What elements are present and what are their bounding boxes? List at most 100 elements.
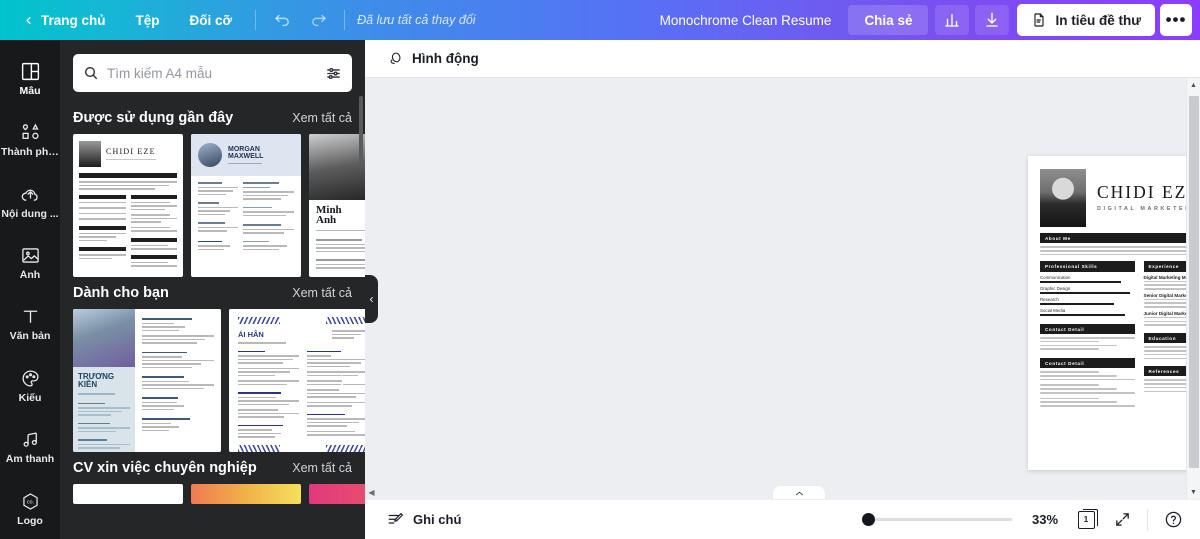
- fullscreen-button[interactable]: [1107, 505, 1137, 535]
- skill-label: Graphic Design: [1040, 285, 1071, 291]
- resume-about-block: About Me: [1028, 233, 1187, 256]
- sidebar-item-elements-label: Thành phần: [1, 147, 59, 158]
- resume-section-contact: Contact Detail: [1040, 323, 1135, 335]
- resume-section-experience: Experience: [1143, 261, 1187, 272]
- page-number: 1: [1083, 515, 1089, 524]
- notes-icon: [388, 512, 403, 524]
- search-icon: [84, 66, 98, 80]
- text-icon: [23, 311, 37, 324]
- toolbar-divider-1: [255, 10, 257, 30]
- vertical-scroll-thumb[interactable]: [1189, 96, 1199, 468]
- page-manager-icon: 1: [1077, 508, 1098, 529]
- sidebar-item-uploads[interactable]: Nội dung ...: [0, 171, 60, 232]
- sidebar-item-logo[interactable]: co. Logo: [0, 478, 60, 539]
- expand-icon: [1115, 513, 1129, 526]
- file-menu-button[interactable]: Tệp: [123, 6, 173, 34]
- sidebar-item-templates[interactable]: Mẫu: [0, 48, 60, 109]
- thumb-art: MORGAN MAXWELL: [191, 134, 301, 277]
- home-button[interactable]: Trang chủ: [10, 6, 119, 34]
- sidebar-item-styles[interactable]: Kiểu: [0, 355, 60, 416]
- template-row-foryou: TRƯƠNG KIÊN ÁI HÂN: [60, 309, 365, 452]
- template-thumbnail[interactable]: [309, 484, 365, 504]
- photos-icon: [21, 248, 39, 263]
- resume-section-skills: Professional Skills: [1040, 261, 1135, 272]
- more-options-button[interactable]: •••: [1160, 4, 1192, 36]
- sidebar-item-photos[interactable]: Ảnh: [0, 232, 60, 293]
- toolbar-divider-2: [344, 10, 346, 30]
- page-manager-button[interactable]: 1: [1071, 505, 1101, 535]
- row-next-arrow-foryou[interactable]: [331, 369, 355, 393]
- see-all-foryou[interactable]: Xem tất cả: [292, 286, 352, 300]
- styles-palette-icon: [22, 370, 39, 387]
- skill-label: Communication: [1040, 274, 1071, 280]
- redo-icon: [311, 14, 326, 26]
- sidebar-item-audio[interactable]: Âm thanh: [0, 416, 60, 477]
- section-header-recent: Được sử dụng gần đây Xem tất cả: [60, 102, 365, 134]
- redo-button[interactable]: [303, 6, 333, 34]
- job-title: Senior Digital Marketing: [1143, 292, 1188, 298]
- see-all-recent[interactable]: Xem tất cả: [292, 111, 352, 125]
- filter-sliders-icon[interactable]: [325, 65, 342, 82]
- section-header-foryou: Dành cho bạn Xem tất cả: [60, 277, 365, 309]
- template-thumbnail[interactable]: MORGAN MAXWELL: [191, 134, 301, 277]
- share-button[interactable]: Chia sẻ: [848, 5, 929, 35]
- template-row-recent: CHIDI EZE MORGAN MAXWELL Minh Anh: [60, 134, 365, 277]
- section-title-cv: CV xin việc chuyên nghiệp: [73, 460, 257, 476]
- resume-columns: Professional Skills Communication Graphi…: [1028, 261, 1187, 409]
- zoom-slider-track[interactable]: [875, 518, 1012, 521]
- search-input[interactable]: [107, 65, 317, 81]
- print-letterhead-label: In tiêu đề thư: [1055, 12, 1141, 28]
- help-circle-icon: [1165, 511, 1181, 528]
- templates-panel: Được sử dụng gần đây Xem tất cả CHIDI EZ…: [60, 40, 365, 539]
- templates-icon: [21, 62, 39, 81]
- panel-scrollbar-thumb[interactable]: [359, 96, 363, 166]
- sidebar-item-templates-label: Mẫu: [19, 85, 41, 97]
- chevron-up-icon: [795, 491, 803, 496]
- logo-hex-icon: co.: [22, 492, 38, 510]
- resize-label: Đối cỡ: [189, 12, 233, 28]
- canvas-area: Hình động CHIDI EZE: [365, 40, 1200, 539]
- notes-button[interactable]: Ghi chú: [379, 506, 469, 534]
- search-area: [60, 40, 365, 102]
- skill-label: Research: [1040, 296, 1059, 302]
- undo-button[interactable]: [267, 6, 297, 34]
- sidebar-item-uploads-label: Nội dung ...: [1, 208, 59, 220]
- animate-button[interactable]: Hình động: [379, 45, 487, 73]
- sidebar-item-elements[interactable]: Thành phần: [0, 109, 60, 170]
- template-thumbnail[interactable]: [191, 484, 301, 504]
- sidebar-item-text-label: Văn bản: [9, 331, 51, 342]
- top-toolbar-right: Monochrome Clean Resume Chia sẻ In tiêu …: [647, 0, 1200, 40]
- document-icon: [1034, 13, 1045, 27]
- template-row-recent-items: CHIDI EZE MORGAN MAXWELL Minh Anh: [73, 134, 365, 277]
- more-dots-icon: •••: [1165, 10, 1187, 29]
- resume-section-about: About Me: [1040, 233, 1187, 244]
- see-all-cv[interactable]: Xem tất cả: [292, 461, 352, 475]
- stats-button[interactable]: [935, 5, 970, 35]
- template-thumbnail[interactable]: TRƯƠNG KIÊN: [73, 309, 221, 452]
- top-toolbar: Trang chủ Tệp Đối cỡ Đã lưu tất cả thay …: [0, 0, 1200, 40]
- chevron-left-icon: [369, 296, 373, 302]
- download-button[interactable]: [975, 5, 1010, 35]
- resize-button[interactable]: Đối cỡ: [177, 6, 246, 34]
- bottom-toolbar: Ghi chú 33% 1: [365, 499, 1200, 539]
- zoom-slider-handle[interactable]: [862, 513, 875, 526]
- vertical-scrollbar[interactable]: ▲ ▼: [1186, 78, 1200, 499]
- notes-label: Ghi chú: [413, 512, 462, 527]
- left-rail: Mẫu Thành phần Nội dung ... Ảnh Văn bản …: [0, 40, 60, 539]
- row-next-arrow-recent[interactable]: [331, 194, 355, 218]
- design-title[interactable]: Monochrome Clean Resume: [647, 6, 845, 34]
- print-letterhead-button[interactable]: In tiêu đề thư: [1017, 4, 1155, 36]
- scroll-left-button[interactable]: ◀: [365, 488, 378, 497]
- help-button[interactable]: [1158, 505, 1188, 535]
- scroll-up-button[interactable]: ▲: [1187, 78, 1200, 92]
- bar-chart-icon: [945, 14, 960, 27]
- template-thumbnail[interactable]: [73, 484, 183, 504]
- search-box[interactable]: [73, 54, 352, 92]
- template-thumbnail[interactable]: CHIDI EZE: [73, 134, 183, 277]
- panel-collapse-button[interactable]: [365, 275, 378, 323]
- zoom-slider[interactable]: [862, 513, 1012, 526]
- scroll-down-button[interactable]: ▼: [1187, 485, 1200, 499]
- document-scroll-area: CHIDI EZE DIGITAL MARKETER About Me Prof…: [365, 78, 1187, 526]
- document-page[interactable]: CHIDI EZE DIGITAL MARKETER About Me Prof…: [1028, 156, 1187, 470]
- sidebar-item-text[interactable]: Văn bản: [0, 294, 60, 355]
